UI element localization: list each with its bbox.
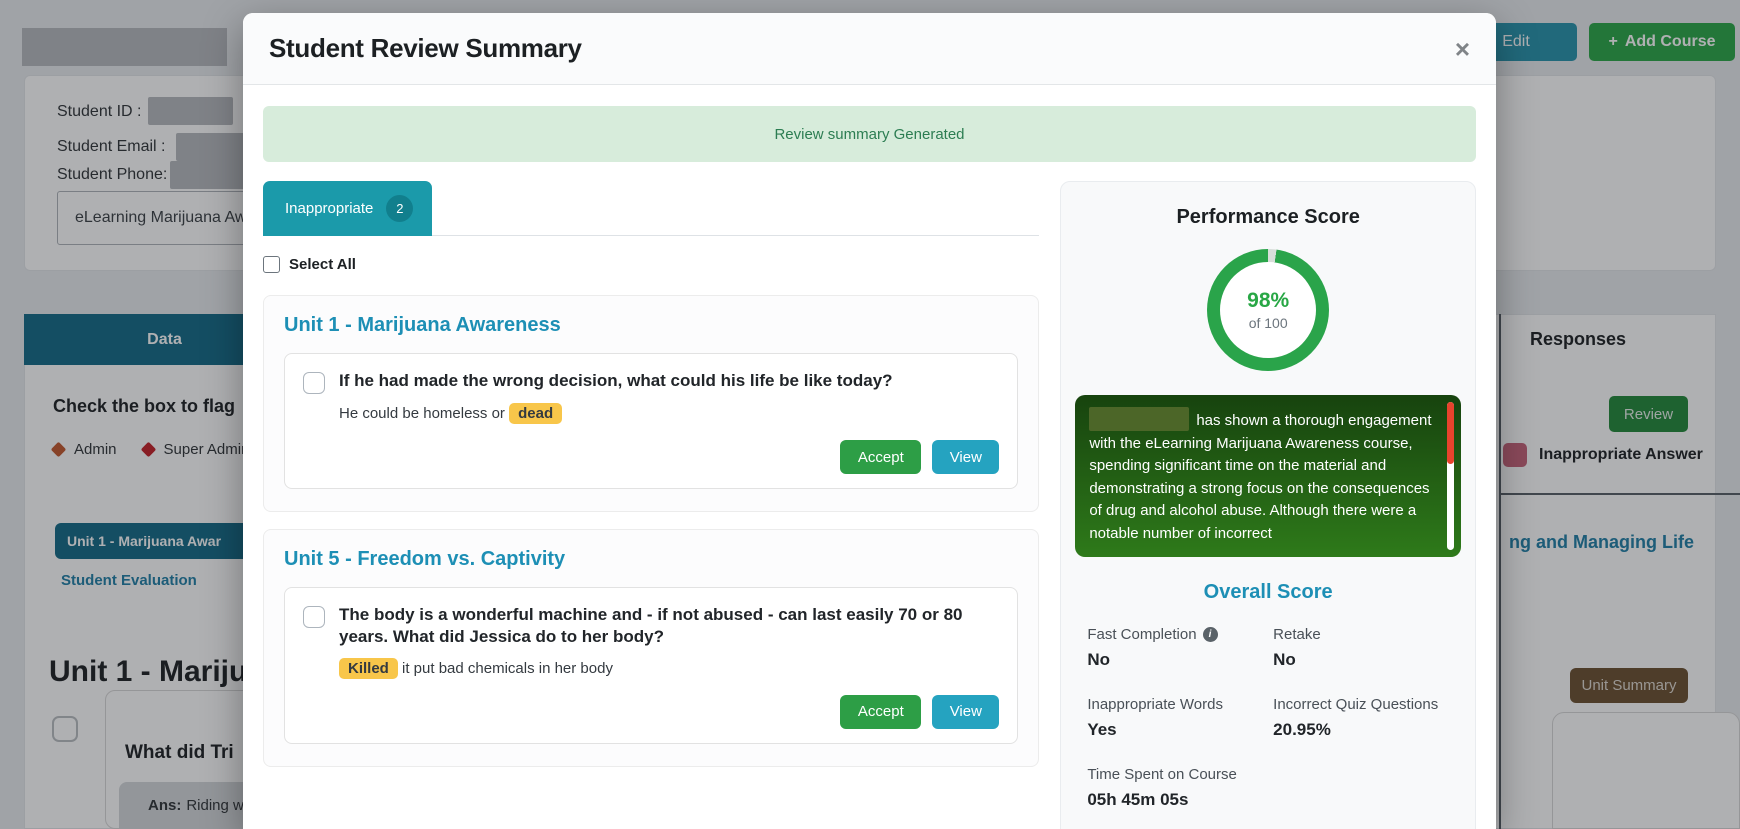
unit-1-accept-button[interactable]: Accept xyxy=(840,440,922,474)
unit-1-answer: He could be homeless or dead xyxy=(339,403,999,424)
select-all-label: Select All xyxy=(289,256,356,273)
stat-time-spent: Time Spent on Course 05h 45m 05s xyxy=(1087,766,1263,810)
retake-value: No xyxy=(1273,650,1296,669)
performance-donut-chart: 98% of 100 xyxy=(1207,249,1330,371)
summary-scrollbar-thumb[interactable] xyxy=(1447,402,1454,464)
unit-5-title: Unit 5 - Freedom vs. Captivity xyxy=(284,548,566,570)
performance-panel: Performance Score 98% of 100 has shown a… xyxy=(1060,181,1476,829)
inappropriate-words-label: Inappropriate Words xyxy=(1087,696,1223,713)
unit-5-answer-after: it put bad chemicals in her body xyxy=(397,659,613,677)
incorrect-quiz-value: 20.95% xyxy=(1273,720,1331,739)
tab-count-badge: 2 xyxy=(386,195,414,222)
fast-completion-label: Fast Completion xyxy=(1087,626,1197,643)
incorrect-quiz-label: Incorrect Quiz Questions xyxy=(1273,696,1439,713)
inappropriate-words-value: Yes xyxy=(1087,720,1117,739)
unit-1-question-checkbox[interactable] xyxy=(303,372,325,394)
summary-scrollbar-track[interactable] xyxy=(1447,402,1454,550)
close-icon[interactable]: × xyxy=(1455,36,1470,62)
unit-5-question-text: The body is a wonderful machine and - if… xyxy=(339,605,963,647)
performance-score-title: Performance Score xyxy=(1176,206,1360,228)
unit-1-question-text: If he had made the wrong decision, what … xyxy=(339,371,893,390)
unit-5-view-button[interactable]: View xyxy=(932,694,1000,729)
stat-inappropriate-words: Inappropriate Words Yes xyxy=(1087,696,1263,740)
time-spent-value: 05h 45m 05s xyxy=(1087,790,1189,809)
unit-1-title: Unit 1 - Marijuana Awareness xyxy=(284,314,561,336)
unit-1-answer-before: He could be homeless or xyxy=(339,405,510,422)
stat-incorrect-quiz: Incorrect Quiz Questions 20.95% xyxy=(1273,696,1449,740)
modal-title: Student Review Summary xyxy=(269,33,582,63)
modal-header: Student Review Summary × xyxy=(243,13,1496,85)
time-spent-label: Time Spent on Course xyxy=(1087,766,1237,783)
review-items-column: Inappropriate 2 Select All Unit 1 - Mari… xyxy=(263,181,1040,767)
retake-label: Retake xyxy=(1273,626,1321,643)
unit-5-question-checkbox[interactable] xyxy=(303,606,325,628)
tab-inappropriate[interactable]: Inappropriate 2 xyxy=(263,181,432,236)
unit-1-view-button[interactable]: View xyxy=(932,440,1000,474)
overall-score-title: Overall Score xyxy=(1203,581,1333,603)
unit-5-question-card: The body is a wonderful machine and - if… xyxy=(284,587,1019,744)
score-of-total: of 100 xyxy=(1248,315,1288,331)
tab-inappropriate-label: Inappropriate xyxy=(285,200,374,217)
unit-1-flagged-word-badge: dead xyxy=(509,403,563,424)
overall-stats-grid: Fast Completion i No Retake No Inappropr… xyxy=(1075,626,1461,810)
stat-retake: Retake No xyxy=(1273,626,1449,670)
stat-fast-completion: Fast Completion i No xyxy=(1087,626,1263,670)
student-name-redacted xyxy=(1089,407,1190,431)
info-icon[interactable]: i xyxy=(1202,627,1218,642)
unit-card-1: Unit 1 - Marijuana Awareness If he had m… xyxy=(263,295,1040,512)
student-review-modal: Student Review Summary × Review summary … xyxy=(243,13,1496,829)
unit-5-answer: Killed it put bad chemicals in her body xyxy=(339,657,999,679)
score-percent: 98% xyxy=(1247,289,1290,312)
unit-1-question-card: If he had made the wrong decision, what … xyxy=(284,353,1019,489)
fast-completion-value: No xyxy=(1087,650,1110,669)
summary-text: has shown a thorough engagement with the… xyxy=(1089,412,1432,542)
tab-bar: Inappropriate 2 xyxy=(263,181,1040,236)
unit-card-5: Unit 5 - Freedom vs. Captivity The body … xyxy=(263,529,1040,767)
success-banner: Review summary Generated xyxy=(263,106,1476,162)
select-all-row: Select All xyxy=(263,256,1039,273)
select-all-checkbox[interactable] xyxy=(263,256,280,273)
unit-5-flagged-word-badge: Killed xyxy=(339,657,398,679)
ai-summary-box: has shown a thorough engagement with the… xyxy=(1075,395,1461,557)
modal-body: Review summary Generated Inappropriate 2… xyxy=(243,106,1496,829)
unit-5-accept-button[interactable]: Accept xyxy=(840,694,922,729)
